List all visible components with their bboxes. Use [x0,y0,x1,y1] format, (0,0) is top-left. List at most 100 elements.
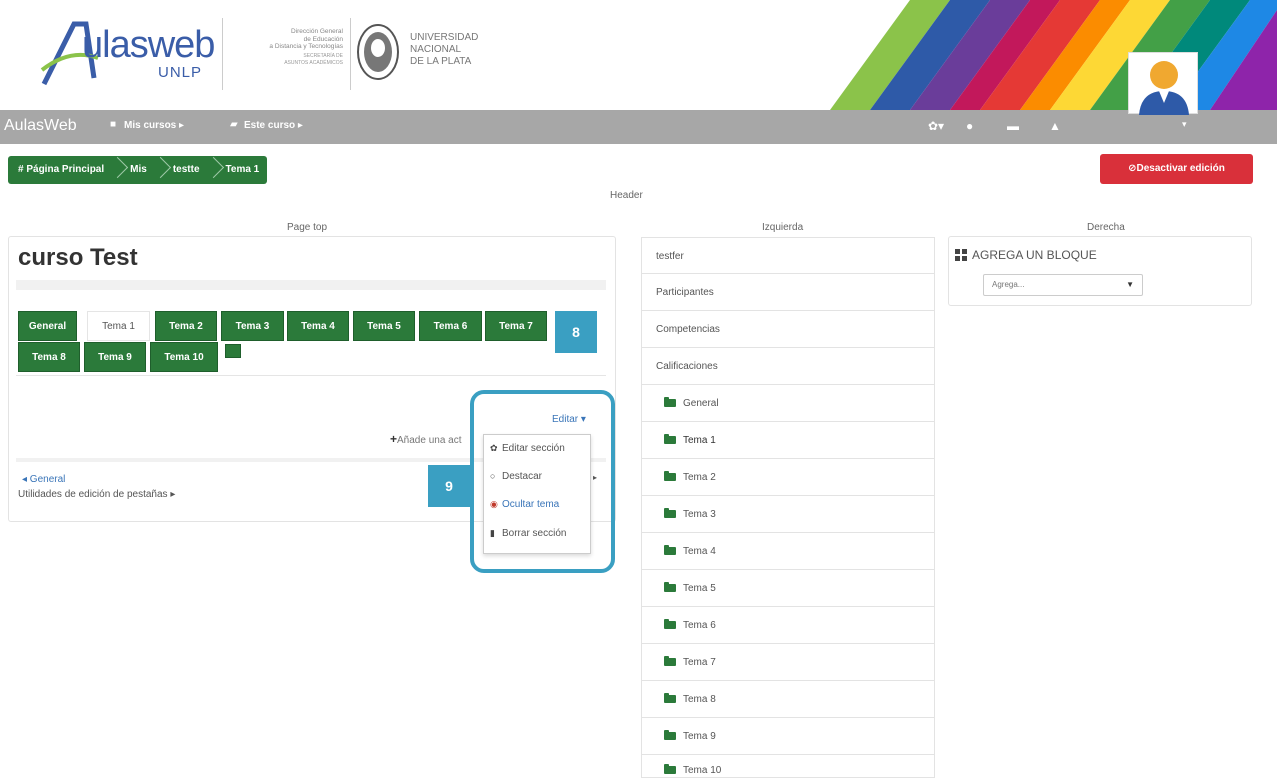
list-item-label: Tema 3 [683,509,716,520]
chevron-down-icon: ▼ [1126,280,1134,289]
menu-item-editar-seccion[interactable]: ✿ Editar sección [490,443,565,454]
list-item-tema-7[interactable]: Tema 7 [641,644,935,681]
breadcrumb-pagina-principal[interactable]: # Página Principal [8,156,112,184]
logo-main-text: ulasweb [82,24,215,66]
direccion-logo: Dirección General de Educación a Distanc… [228,28,343,68]
agrega-bloque-title: AGREGA UN BLOQUE [972,248,1097,262]
user-avatar[interactable] [1128,52,1198,115]
list-item-participantes[interactable]: Participantes [641,274,935,311]
user-menu-caret[interactable]: ▾ [1182,119,1187,130]
header-stripes-decoration [830,0,1277,110]
tab-general[interactable]: General [18,311,77,341]
direccion-line: a Distancia y Tecnologías [269,43,343,50]
folder-icon [664,397,676,408]
course-summary-bar [16,280,606,290]
list-item-testfer[interactable]: testfer [641,237,935,274]
list-item-label: Tema 1 [683,435,716,446]
gear-menu-icon[interactable]: ✿▾ [928,119,944,133]
bell-icon[interactable]: ▲ [1049,119,1061,133]
select-value: Agrega... [992,280,1025,289]
list-item-tema-6[interactable]: Tema 6 [641,607,935,644]
breadcrumb-mis[interactable]: Mis [112,156,155,184]
region-label-izquierda: Izquierda [762,222,804,233]
aulasweb-logo[interactable]: ulasweb UNLP [40,18,220,90]
nav-mis-cursos[interactable]: Mis cursos ▸ [124,120,184,131]
menu-item-label: Ocultar tema [502,499,560,510]
breadcrumb-tema-1[interactable]: Tema 1 [208,156,268,184]
region-label-derecha: Derecha [1087,222,1125,233]
logo-sub-text: UNLP [158,64,203,81]
list-item-tema-5[interactable]: Tema 5 [641,570,935,607]
navbar-brand[interactable]: AulasWeb [4,117,77,135]
list-item-calificaciones[interactable]: Calificaciones [641,348,935,385]
annotation-badge-9: 9 [428,465,470,507]
menu-item-destacar[interactable]: ○ Destacar [490,471,542,482]
blocks-grid-icon [955,249,967,261]
list-item-tema-8[interactable]: Tema 8 [641,681,935,718]
direccion-line: de Educación [303,35,343,43]
tab-tema-3[interactable]: Tema 3 [221,311,284,341]
folder-icon [664,764,676,775]
agrega-bloque-select[interactable]: Agrega... ▼ [983,274,1143,296]
anade-actividad-link[interactable]: +Añade una act [390,432,462,446]
tab-tema-7[interactable]: Tema 7 [485,311,547,341]
tab-tema-4[interactable]: Tema 4 [287,311,349,341]
menu-item-ocultar-tema[interactable]: ◉ Ocultar tema [490,499,559,510]
menu-item-label: Editar sección [502,443,565,454]
list-item-label: Tema 10 [683,765,722,776]
list-item-label: Tema 4 [683,546,716,557]
univ-line: DE LA PLATA [410,56,472,67]
tab-tema-5[interactable]: Tema 5 [353,311,415,341]
tab-tema-2[interactable]: Tema 2 [155,311,217,341]
anade-actividad-label: Añade una act [397,435,462,446]
editar-menu-toggle[interactable]: Editar ▾ [552,414,586,425]
breadcrumb-testte[interactable]: testte [155,156,208,184]
breadcrumb: # Página Principal Mis testte Tema 1 [8,156,268,184]
site-header: ulasweb UNLP Dirección General de Educac… [0,0,1277,110]
folder-icon [664,434,676,445]
plus-icon: + [390,432,398,446]
annotation-badge-8: 8 [555,311,597,353]
region-label-header: Header [610,190,643,201]
tab-tema-1[interactable]: Tema 1 [87,311,150,341]
folder-icon [664,582,676,593]
menu-item-borrar-seccion[interactable]: ▮ Borrar sección [490,528,566,539]
desactivar-edicion-button[interactable]: ⊘Desactivar edición [1100,154,1253,184]
prev-section-general-link[interactable]: ◂ General [22,474,65,485]
list-item-general[interactable]: General [641,385,935,422]
direccion-sub: SECRETARÍA DE [303,52,343,59]
list-item-tema-9[interactable]: Tema 9 [641,718,935,755]
briefcase-icon: ■ [110,119,117,130]
folder-icon [664,508,676,519]
tab-tema-8[interactable]: Tema 8 [18,342,80,372]
nav-este-curso[interactable]: Este curso ▸ [244,120,303,131]
univ-line: NACIONAL [410,44,462,55]
tab-tema-6[interactable]: Tema 6 [419,311,482,341]
folder-icon [664,656,676,667]
utilidades-edicion-link[interactable]: Utilidades de edición de pestañas ▸ [18,489,175,500]
trash-icon: ▮ [490,528,495,538]
list-item-competencias[interactable]: Competencias [641,311,935,348]
list-item-tema-4[interactable]: Tema 4 [641,533,935,570]
tab-add[interactable] [225,344,241,358]
list-item-label: Tema 2 [683,472,716,483]
list-item-label: Tema 8 [683,694,716,705]
tab-tema-9[interactable]: Tema 9 [84,342,146,372]
folder-icon [664,619,676,630]
univ-line: UNIVERSIDAD [410,32,479,43]
list-item-tema-2[interactable]: Tema 2 [641,459,935,496]
list-item-tema-1[interactable]: Tema 1 [641,422,935,459]
section-divider [16,375,606,376]
folder-icon [664,693,676,704]
list-item-tema-10[interactable]: Tema 10 [641,755,935,778]
mail-icon[interactable]: ▬ [1007,119,1019,133]
book-icon: ▰ [230,119,238,130]
tab-tema-10[interactable]: Tema 10 [150,342,218,372]
folder-icon [664,545,676,556]
help-icon[interactable]: ● [966,119,973,133]
circle-icon: ○ [490,471,496,481]
list-item-tema-3[interactable]: Tema 3 [641,496,935,533]
header-divider [222,18,223,90]
next-section-arrow-icon[interactable]: ▸ [593,473,597,482]
region-label-page-top: Page top [287,222,328,233]
